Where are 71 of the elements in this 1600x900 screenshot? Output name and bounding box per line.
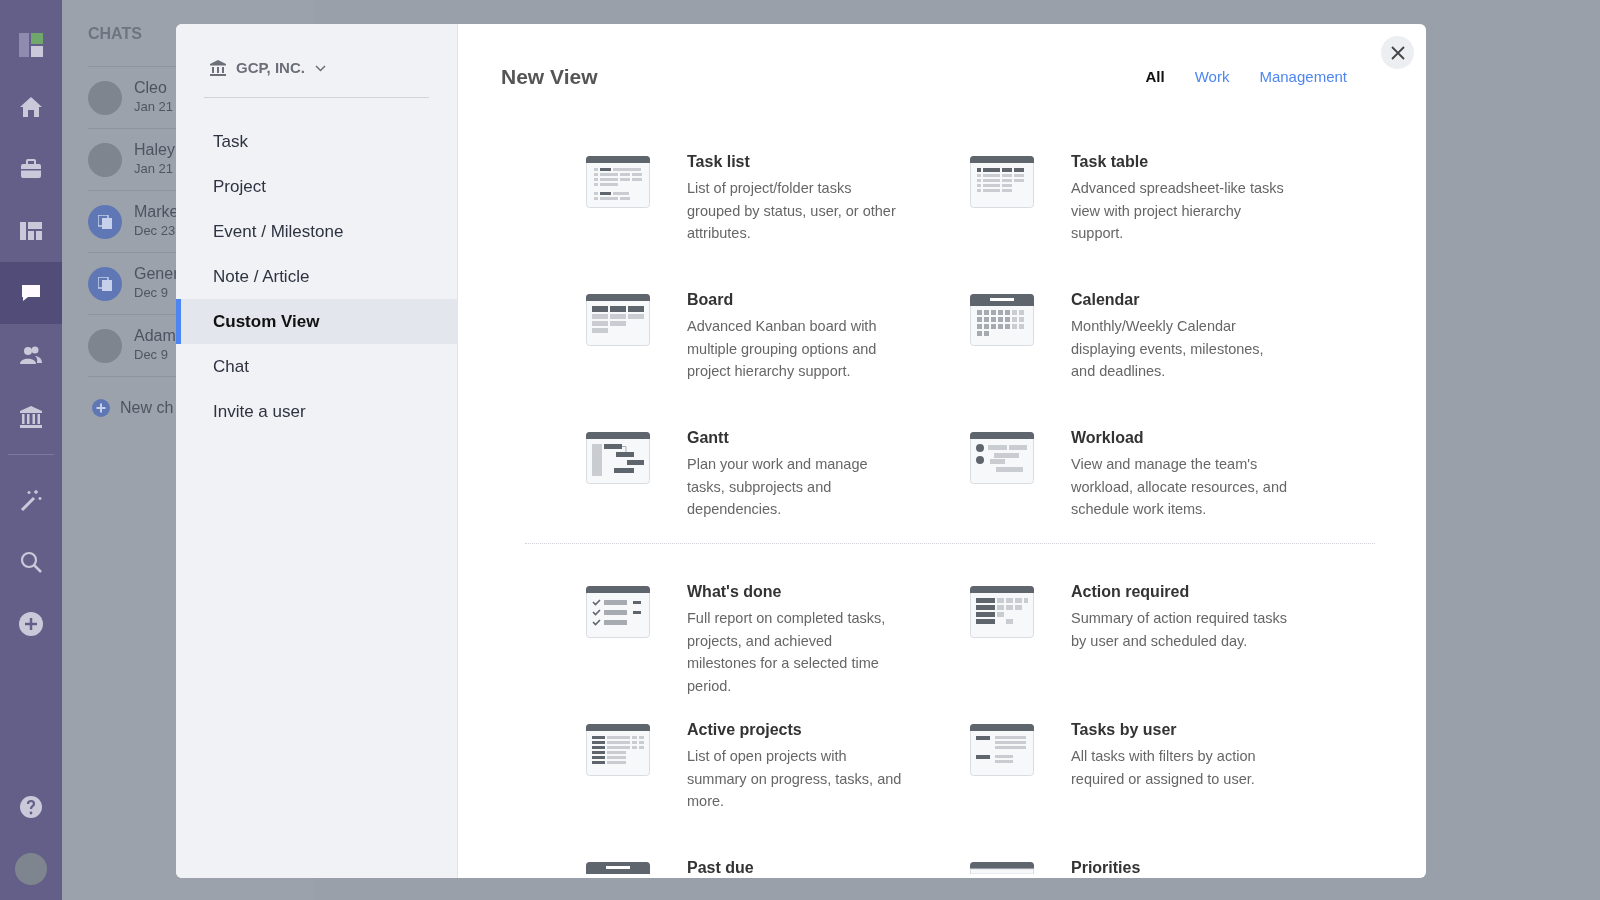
chevron-down-icon <box>314 64 326 72</box>
checklist-icon <box>586 586 650 639</box>
view-description: List of open projects with summary on progress, tasks, and more. <box>687 747 903 812</box>
avatar-placeholder <box>88 328 122 363</box>
workspace-dropdown[interactable]: GCP, INC. <box>236 56 326 80</box>
view-title[interactable]: Board <box>687 290 905 311</box>
view-description: Full report on completed tasks, projects, and achieved milestones for a selected time period. <box>687 609 887 696</box>
board-icon <box>19 219 43 243</box>
chat-date: Jan 21 <box>134 98 174 117</box>
table-icon <box>970 156 1034 209</box>
home-icon <box>19 95 43 119</box>
bank-icon <box>19 405 43 429</box>
view-description: All tasks with filters by action required or assigned to user. <box>1071 747 1257 789</box>
view-title[interactable]: Tasks by user <box>1071 720 1289 741</box>
logo-icon <box>19 33 43 57</box>
menu-item[interactable]: Note / Article <box>176 254 457 299</box>
table-icon <box>970 586 1034 639</box>
filter-tab[interactable]: All <box>1145 65 1165 89</box>
gantt-chart-icon <box>586 432 650 485</box>
calendar-icon <box>586 862 650 875</box>
nav-item[interactable] <box>0 262 62 324</box>
add-icon[interactable] <box>92 398 110 417</box>
view-description: Advanced Kanban board with multiple grouping options and project hierarchy support. <box>687 317 878 382</box>
briefcase-icon <box>19 157 43 181</box>
view-title[interactable]: Priorities <box>1071 858 1141 878</box>
view-title[interactable]: Workload <box>1071 428 1289 449</box>
view-title[interactable]: Task list <box>687 152 905 173</box>
view-title[interactable]: What's done <box>687 582 905 603</box>
view-description: List of project/folder tasks grouped by status, user, or other attributes. <box>687 179 897 244</box>
view-description: Summary of action required tasks by user and scheduled day. <box>1071 609 1288 651</box>
document-icon <box>98 276 112 291</box>
chat-date: Dec 23 <box>134 222 177 241</box>
dialog-title: New View <box>501 64 598 90</box>
menu-item[interactable]: Chat <box>176 344 457 389</box>
avatar-placeholder <box>88 80 122 115</box>
menu-item[interactable]: Task <box>176 119 457 164</box>
chat-date: Dec 9 <box>134 346 169 365</box>
menu-item[interactable]: Custom View <box>176 299 457 344</box>
avatar-placeholder <box>88 142 122 177</box>
close-icon <box>1390 45 1405 60</box>
view-title[interactable]: Active projects <box>687 720 905 741</box>
document-icon <box>98 214 112 229</box>
chat-date: Jan 21 <box>134 160 175 179</box>
menu-item[interactable]: Event / Milestone <box>176 209 457 254</box>
view-title[interactable]: Task table <box>1071 152 1289 173</box>
view-title[interactable]: Past due <box>687 858 754 878</box>
view-description: View and manage the team's workload, allocate resources, and schedule work items. <box>1071 455 1288 520</box>
list-view-icon <box>586 156 650 209</box>
list-view-icon <box>970 724 1034 777</box>
filter-tab[interactable]: Management <box>1259 65 1347 89</box>
view-title[interactable]: Gantt <box>687 428 905 449</box>
bank-icon <box>210 60 226 76</box>
view-description: Monthly/Weekly Calendar displaying events, milestones, and deadlines. <box>1071 317 1265 382</box>
menu-item[interactable]: Project <box>176 164 457 209</box>
help-icon <box>19 795 43 819</box>
view-title[interactable]: Action required <box>1071 582 1289 603</box>
close-button[interactable] <box>1381 36 1414 69</box>
view-description: Advanced spreadsheet-like tasks view with project hierarchy support. <box>1071 179 1285 244</box>
list-view-icon <box>970 862 1034 875</box>
magic-wand-icon <box>19 488 43 512</box>
view-title[interactable]: Calendar <box>1071 290 1289 311</box>
list-view-icon <box>586 724 650 777</box>
add-icon <box>19 612 43 636</box>
filter-tab[interactable]: Work <box>1194 65 1230 89</box>
workload-icon <box>970 432 1034 485</box>
calendar-icon <box>970 294 1034 347</box>
menu-item[interactable]: Invite a user <box>176 389 457 434</box>
search-icon <box>19 550 43 574</box>
view-description: Plan your work and manage tasks, subprojects and dependencies. <box>687 455 869 520</box>
board-icon <box>586 294 650 347</box>
chat-date: Dec 9 <box>134 284 169 303</box>
